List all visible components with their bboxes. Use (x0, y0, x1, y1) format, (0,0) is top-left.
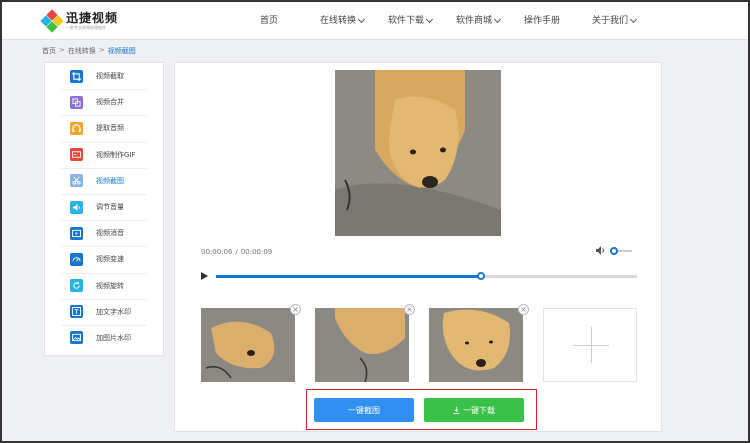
screenshot-thumbnail[interactable] (315, 308, 409, 382)
sidebar-item-text-watermark[interactable]: 加文字水印 (45, 298, 163, 325)
crop-icon (70, 69, 83, 83)
time-separator: / (235, 248, 238, 256)
capture-screenshot-button[interactable]: 一键截图 (314, 398, 414, 422)
chevron-down-icon (493, 15, 502, 24)
sidebar-item-label: 加图片水印 (96, 333, 131, 342)
close-icon[interactable]: × (290, 304, 301, 315)
top-header: 迅捷视频 一款专业视频处理软件 首页 在线转换 软件下载 软件商城 操作手册 关… (2, 2, 748, 40)
sidebar-item-video-cut[interactable]: 视频截取 (45, 63, 163, 89)
text-watermark-icon (70, 305, 83, 319)
nav-software-download[interactable]: 软件下载 (388, 2, 456, 40)
nav-software-store[interactable]: 软件商城 (456, 2, 524, 40)
progress-bar[interactable] (216, 272, 637, 280)
screenshot-thumbnail[interactable] (429, 308, 523, 382)
gif-icon (70, 148, 83, 162)
progress-fill (216, 275, 482, 278)
speaker-icon[interactable] (596, 246, 606, 255)
sidebar-item-label: 加文字水印 (96, 307, 131, 316)
sidebar-item-label: 视频截取 (96, 72, 124, 81)
chevron-down-icon (629, 15, 638, 24)
nav-home[interactable]: 首页 (260, 2, 298, 40)
close-icon[interactable]: × (404, 304, 415, 315)
breadcrumb-current: 视频截图 (107, 47, 136, 55)
sidebar-item-label: 视频合并 (96, 98, 124, 107)
breadcrumb-home[interactable]: 首页 (42, 46, 56, 56)
sidebar-item-video-speed[interactable]: 视频变速 (45, 246, 163, 272)
rotate-icon (70, 279, 83, 293)
download-icon (453, 406, 460, 414)
tool-sidebar: 视频截取 视频合并 提取音频 视频制作GIF 视频截图 调节音量 视频消音 视频… (44, 62, 164, 356)
time-display: 00:00:06 / 00:00:09 (201, 248, 272, 256)
duration: 00:00:09 (240, 248, 273, 256)
merge-icon (70, 95, 83, 109)
download-all-button[interactable]: 一键下载 (424, 398, 524, 422)
sidebar-item-video-screenshot[interactable]: 视频截图 (45, 167, 163, 194)
sidebar-item-label: 视频制作GIF (96, 150, 136, 159)
add-screenshot-slot[interactable] (543, 308, 637, 382)
breadcrumb-separator: > (59, 46, 65, 54)
sidebar-item-video-mute[interactable]: 视频消音 (45, 220, 163, 246)
volume-icon (70, 200, 83, 214)
current-time: 00:00:06 (201, 248, 233, 256)
chevron-down-icon (425, 15, 434, 24)
sidebar-item-make-gif[interactable]: 视频制作GIF (45, 141, 163, 168)
sidebar-item-label: 调节音量 (96, 203, 124, 212)
play-icon[interactable] (201, 272, 208, 280)
video-preview[interactable] (335, 70, 501, 236)
sidebar-item-image-watermark[interactable]: 加图片水印 (45, 324, 163, 351)
volume-knob[interactable] (610, 246, 618, 255)
main-nav: 首页 在线转换 软件下载 软件商城 操作手册 关于我们 (252, 2, 660, 40)
volume-slider[interactable] (610, 246, 632, 255)
sidebar-item-label: 视频旋转 (96, 281, 124, 290)
sidebar-item-video-rotate[interactable]: 视频旋转 (45, 272, 163, 299)
scissors-icon (70, 174, 83, 188)
volume-control (596, 246, 632, 255)
close-icon[interactable]: × (518, 304, 529, 315)
sidebar-item-extract-audio[interactable]: 提取音频 (45, 115, 163, 141)
breadcrumb-section[interactable]: 在线转换 (68, 46, 96, 56)
mute-play-icon (70, 226, 83, 240)
breadcrumb: 首页 > 在线转换 > 视频截图 (42, 46, 136, 56)
sidebar-item-adjust-volume[interactable]: 调节音量 (45, 193, 163, 220)
nav-about-us[interactable]: 关于我们 (592, 2, 660, 40)
nav-manual[interactable]: 操作手册 (524, 2, 592, 40)
main-panel: 00:00:06 / 00:00:09 × × × 一键截图 一键下载 (174, 62, 662, 432)
speed-icon (70, 252, 83, 266)
logo-mark-icon (40, 9, 64, 33)
progress-knob[interactable] (477, 272, 486, 280)
nav-online-convert[interactable]: 在线转换 (320, 2, 388, 40)
logo-subtitle: 一款专业视频处理软件 (66, 25, 106, 30)
sidebar-item-label: 视频消音 (96, 229, 124, 238)
logo-title: 迅捷视频 (66, 11, 119, 25)
sidebar-item-label: 视频截图 (96, 176, 124, 185)
image-watermark-icon (70, 331, 83, 345)
sidebar-item-video-merge[interactable]: 视频合并 (45, 89, 163, 115)
logo[interactable]: 迅捷视频 一款专业视频处理软件 (40, 9, 119, 33)
action-button-group: 一键截图 一键下载 (306, 389, 537, 430)
sidebar-item-label: 提取音频 (96, 124, 124, 133)
headphone-icon (70, 121, 83, 135)
breadcrumb-separator: > (98, 46, 105, 54)
chevron-down-icon (357, 15, 366, 24)
sidebar-item-label: 视频变速 (96, 255, 124, 264)
screenshot-thumbnail[interactable] (201, 308, 295, 382)
